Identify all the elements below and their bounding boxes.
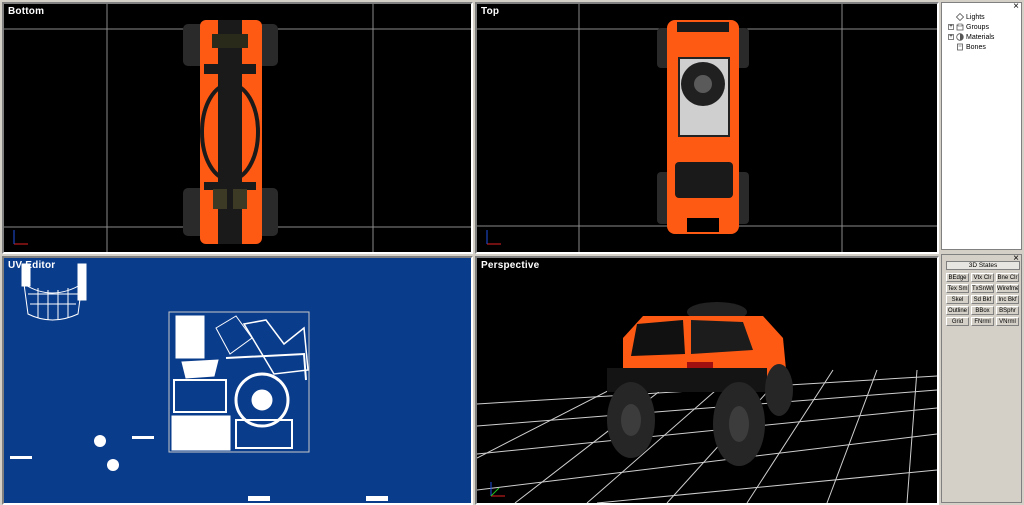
state-button-outline[interactable]: Outline bbox=[946, 306, 969, 315]
light-icon bbox=[956, 13, 964, 21]
tree-item-bones[interactable]: Bones bbox=[948, 42, 986, 52]
state-button-bsphr[interactable]: BSphr bbox=[996, 306, 1019, 315]
viewport-title: Top bbox=[481, 6, 500, 17]
state-button-fnrml[interactable]: FNrml bbox=[971, 317, 994, 326]
states-title: 3D States bbox=[946, 261, 1020, 270]
scene-tree-panel: × Lights + Groups + Materials Bones bbox=[941, 2, 1022, 250]
close-icon[interactable]: × bbox=[1013, 2, 1019, 12]
uv-islands bbox=[171, 315, 309, 451]
vehicle-bottom-view bbox=[183, 20, 278, 244]
state-button-sd-bkf[interactable]: Sd Bkf bbox=[971, 295, 994, 304]
expand-icon[interactable]: + bbox=[948, 34, 954, 40]
groups-icon bbox=[956, 23, 964, 31]
perspective-canvas bbox=[477, 302, 937, 503]
state-button-wirefme[interactable]: Wirefme bbox=[996, 284, 1019, 293]
vehicle-perspective-view bbox=[607, 302, 793, 466]
tree-item-label: Bones bbox=[966, 43, 986, 51]
state-button-txsnwr[interactable]: TxSnWr bbox=[971, 284, 994, 293]
bones-icon bbox=[957, 43, 963, 51]
tree-item-label: Lights bbox=[966, 13, 985, 21]
uv-shell-arch bbox=[21, 263, 87, 321]
state-button-vnrml[interactable]: VNrml bbox=[996, 317, 1019, 326]
expand-icon[interactable]: + bbox=[948, 24, 954, 30]
state-button-grid[interactable]: Grid bbox=[946, 317, 969, 326]
viewport-title: UV Editor bbox=[8, 260, 56, 271]
viewport-perspective[interactable]: Perspective bbox=[475, 256, 939, 505]
top-view-canvas bbox=[477, 4, 937, 252]
state-button-bbox[interactable]: BBox bbox=[971, 306, 994, 315]
tree-item-label: Materials bbox=[966, 33, 995, 41]
state-button-vtx-clr[interactable]: Vtx Clr bbox=[971, 273, 994, 282]
tree-item-lights[interactable]: Lights bbox=[948, 12, 985, 22]
viewport-title: Bottom bbox=[8, 6, 45, 17]
viewport-bottom[interactable]: Bottom bbox=[2, 2, 473, 254]
materials-icon bbox=[956, 33, 964, 41]
state-button-inc-bkf[interactable]: Inc Bkf bbox=[996, 295, 1019, 304]
state-button-bedge[interactable]: BEdge bbox=[946, 273, 969, 282]
bottom-view-canvas bbox=[4, 4, 471, 252]
uv-canvas bbox=[10, 263, 388, 501]
viewport-top[interactable]: Top bbox=[475, 2, 939, 254]
tree-item-groups[interactable]: + Groups bbox=[948, 22, 989, 32]
state-button-bne-clr[interactable]: Bne Clr bbox=[996, 273, 1019, 282]
axis-gizmo bbox=[486, 230, 501, 245]
viewport-title: Perspective bbox=[481, 260, 540, 271]
tree-item-materials[interactable]: + Materials bbox=[948, 32, 994, 42]
vehicle-top-view bbox=[657, 20, 749, 234]
state-button-tex-sm[interactable]: Tex Sm bbox=[946, 284, 969, 293]
state-button-skel[interactable]: Skel bbox=[946, 295, 969, 304]
axis-gizmo bbox=[13, 230, 28, 245]
viewport-uv-editor[interactable]: UV Editor bbox=[2, 256, 473, 505]
tree-item-label: Groups bbox=[966, 23, 989, 31]
states-panel: × 3D States BEdge Vtx Clr Bne Clr Tex Sm TxS… bbox=[941, 254, 1022, 503]
axis-gizmo bbox=[490, 482, 505, 497]
